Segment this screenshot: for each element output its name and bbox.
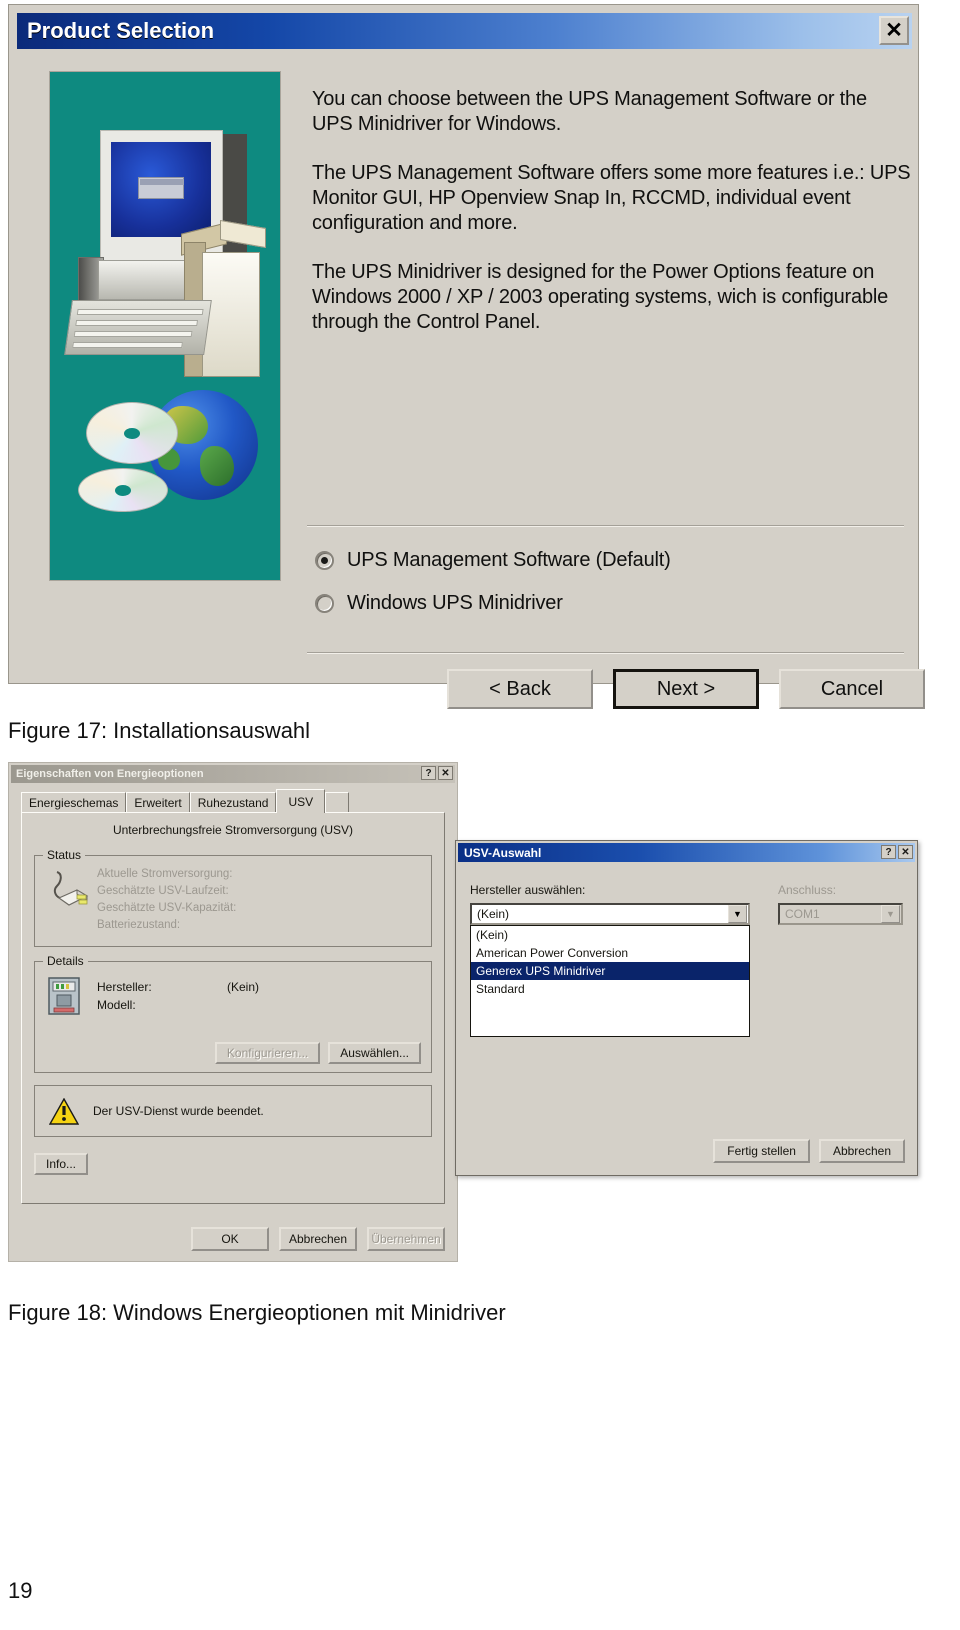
manufacturer-combobox-value: (Kein) — [477, 907, 510, 921]
port-combobox-value: COM1 — [785, 907, 820, 921]
close-icon[interactable]: ✕ — [898, 845, 913, 859]
tab-strip-filler — [325, 792, 350, 812]
usv-dialog-body: Hersteller auswählen: (Kein) ▼ (Kein) Am… — [458, 865, 915, 1173]
page-number: 19 — [8, 1578, 33, 1603]
usv-titlebar-buttons: ? ✕ — [881, 845, 913, 859]
help-icon[interactable]: ? — [421, 766, 436, 780]
help-icon[interactable]: ? — [881, 845, 896, 859]
details-group-label: Details — [43, 954, 88, 968]
details-group: Details Hersteller: (Kein) Modell: Konfi… — [34, 954, 432, 1073]
energieoptionen-window: Eigenschaften von Energieoptionen ? ✕ En… — [8, 762, 458, 1262]
manufacturer-combobox[interactable]: (Kein) ▼ — [470, 903, 750, 925]
product-option-group: UPS Management Software (Default) Window… — [315, 549, 671, 635]
wizard-title-bar: Product Selection ✕ — [17, 13, 912, 49]
wizard-paragraph-2: The UPS Management Software offers some … — [312, 162, 911, 234]
close-icon[interactable]: ✕ — [438, 766, 453, 780]
ups-device-icon — [48, 977, 80, 1015]
divider-lower — [307, 652, 904, 654]
list-item[interactable]: (Kein) — [471, 926, 749, 944]
wizard-paragraph-1: You can choose between the UPS Managemen… — [312, 88, 867, 135]
configure-button[interactable]: Konfigurieren... — [214, 1042, 321, 1064]
tab-usv[interactable]: USV — [276, 789, 326, 813]
radio-option-ups-management[interactable]: UPS Management Software (Default) — [315, 549, 671, 572]
tab-ruhezustand[interactable]: Ruhezustand — [189, 792, 277, 812]
manufacturer-select-label: Hersteller auswählen: — [470, 883, 586, 897]
usv-panel-heading: Unterbrechungsfreie Stromversorgung (USV… — [112, 823, 354, 837]
status-line-battery: Batteriezustand: — [97, 919, 181, 931]
finish-button[interactable]: Fertig stellen — [713, 1139, 810, 1163]
product-selection-window: Product Selection ✕ You can choose betwe… — [8, 4, 925, 709]
document-page: Product Selection ✕ You can choose betwe… — [0, 0, 960, 1630]
cancel-button[interactable]: Cancel — [779, 669, 925, 709]
power-plug-icon — [53, 871, 89, 906]
details-field-list: Hersteller: (Kein) Modell: — [97, 978, 259, 1014]
list-item[interactable]: American Power Conversion — [471, 944, 749, 962]
chevron-down-icon[interactable]: ▼ — [728, 905, 747, 923]
wizard-title: Product Selection — [27, 18, 215, 43]
cd-disc-upper — [86, 402, 178, 464]
close-icon[interactable]: ✕ — [879, 16, 909, 45]
status-line-runtime: Geschätzte USV-Laufzeit: — [97, 885, 229, 897]
usv-tab-panel: Unterbrechungsfreie Stromversorgung (USV… — [21, 812, 445, 1204]
next-button[interactable]: Next > — [613, 669, 759, 709]
radio-label-windows-minidriver: Windows UPS Minidriver — [347, 592, 563, 614]
figure-17-caption: Figure 17: Installationsauswahl — [8, 718, 311, 743]
cancel-button[interactable]: Abbrechen — [279, 1227, 357, 1251]
select-ups-button[interactable]: Auswählen... — [328, 1042, 421, 1064]
tab-energieschemas[interactable]: Energieschemas — [21, 792, 127, 812]
radio-option-windows-minidriver[interactable]: Windows UPS Minidriver — [315, 592, 671, 615]
list-item[interactable]: Standard — [471, 980, 749, 998]
wizard-illustration — [49, 71, 281, 581]
energieoptionen-button-bar: OK Abbrechen Übernehmen — [191, 1227, 445, 1251]
status-line-power: Aktuelle Stromversorgung: — [97, 868, 233, 880]
cd-disc-lower — [78, 468, 168, 512]
list-item-selected[interactable]: Generex UPS Minidriver — [471, 962, 749, 980]
wizard-body: You can choose between the UPS Managemen… — [17, 57, 925, 709]
info-button[interactable]: Info... — [34, 1153, 89, 1175]
status-label-list: Aktuelle Stromversorgung: Geschätzte USV… — [97, 866, 236, 934]
details-button-row: Konfigurieren... Auswählen... — [214, 1042, 421, 1064]
status-line-capacity: Geschätzte USV-Kapazität: — [97, 902, 237, 914]
screen-dialog-titlebar — [140, 179, 184, 185]
radio-label-ups-management: UPS Management Software (Default) — [347, 549, 671, 571]
port-label: Anschluss: — [778, 883, 837, 897]
cancel-button[interactable]: Abbrechen — [818, 1139, 905, 1163]
box-front — [202, 252, 260, 377]
wizard-button-bar: < Back Next > Cancel — [447, 669, 945, 709]
usv-title-bar: USV-Auswahl ? ✕ — [458, 843, 915, 862]
radio-icon-selected[interactable] — [315, 551, 334, 570]
manufacturer-value: (Kein) — [227, 980, 260, 994]
back-button[interactable]: < Back — [447, 669, 593, 709]
divider-upper — [307, 525, 904, 527]
energieoptionen-tab-strip: Energieschemas Erweitert Ruhezustand USV — [21, 789, 350, 813]
energieoptionen-titlebar-buttons: ? ✕ — [421, 766, 453, 780]
radio-icon-unselected[interactable] — [315, 594, 334, 613]
usv-dialog-button-bar: Fertig stellen Abbrechen — [713, 1139, 905, 1163]
keyboard — [64, 300, 212, 355]
wizard-description: You can choose between the UPS Managemen… — [312, 67, 912, 359]
manufacturer-dropdown-list[interactable]: (Kein) American Power Conversion Generex… — [470, 925, 750, 1037]
warning-triangle-icon — [49, 1097, 79, 1125]
chevron-down-icon[interactable]: ▼ — [881, 905, 900, 923]
wizard-paragraph-3: The UPS Minidriver is designed for the P… — [312, 261, 889, 333]
apply-button[interactable]: Übernehmen — [367, 1227, 445, 1251]
usv-dialog-title: USV-Auswahl — [464, 845, 542, 860]
model-label: Modell: — [97, 998, 136, 1012]
status-group: Status Aktuelle Stromversorgung: Geschät… — [34, 848, 432, 947]
ok-button[interactable]: OK — [191, 1227, 269, 1251]
energieoptionen-title-bar: Eigenschaften von Energieoptionen ? ✕ — [11, 765, 455, 783]
service-warning-text: Der USV-Dienst wurde beendet. — [93, 1104, 264, 1118]
tab-erweitert[interactable]: Erweitert — [126, 792, 190, 812]
screen-dialog — [138, 177, 184, 199]
service-warning-box: Der USV-Dienst wurde beendet. — [34, 1085, 432, 1137]
usv-auswahl-dialog: USV-Auswahl ? ✕ Hersteller auswählen: (K… — [455, 840, 918, 1176]
figure-18-caption: Figure 18: Windows Energieoptionen mit M… — [8, 1300, 506, 1325]
manufacturer-label: Hersteller: — [97, 980, 152, 994]
port-combobox[interactable]: COM1 ▼ — [778, 903, 903, 925]
status-group-label: Status — [43, 848, 86, 862]
energieoptionen-title: Eigenschaften von Energieoptionen — [16, 768, 204, 780]
